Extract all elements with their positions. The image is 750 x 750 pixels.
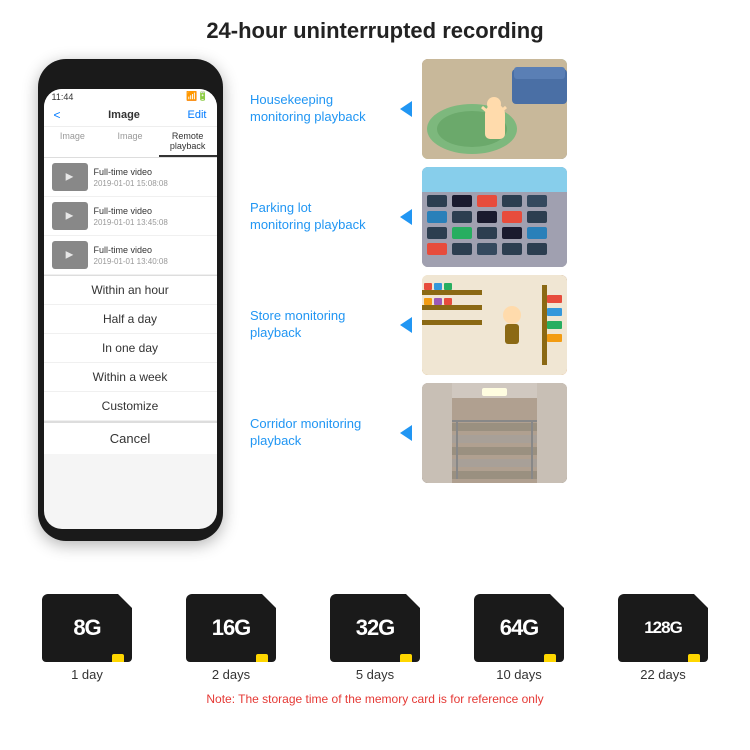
dropdown-item-4[interactable]: Customize [44,392,217,421]
monitoring-row-2: Store monitoringplayback [250,275,730,375]
sd-card-1: 16G [186,594,276,662]
sd-card-4: 128G [618,594,708,662]
tab-image[interactable]: Image [44,127,102,157]
monitoring-arrow-0 [400,101,412,117]
sd-size-2: 32G [356,615,395,641]
tab-remote[interactable]: Remote playback [159,127,217,157]
phone-notch [100,69,160,85]
nav-bar: < Image Edit [44,104,217,127]
storage-card-3: 64G 10 days [474,594,564,682]
phone-container: 11:44 📶🔋 < Image Edit Image Image Remote… [20,54,240,584]
video-date-2: 2019-01-01 13:45:08 [94,218,168,227]
monitoring-arrow-3 [400,425,412,441]
storage-note: Note: The storage time of the memory car… [15,688,735,706]
monitoring-img-0 [422,59,567,159]
dropdown-item-3[interactable]: Within a week [44,363,217,392]
dropdown-menu: Within an hour Half a day In one day Wit… [44,275,217,454]
monitoring-img-1 [422,167,567,267]
monitoring-row-3: Corridor monitoringplayback [250,383,730,483]
corridor-image [422,383,567,483]
video-thumb-1 [52,163,88,191]
monitoring-section: Housekeepingmonitoring playback [250,54,730,584]
tab-image2[interactable]: Image [101,127,159,157]
sd-card-3: 64G [474,594,564,662]
nav-title: Image [108,109,140,121]
monitoring-label-3: Corridor monitoringplayback [250,416,390,450]
sd-notch-2 [406,594,420,608]
parking-image [422,167,567,267]
storage-cards: 8G 1 day 16G 2 days 32G 5 days 64G [15,594,735,682]
monitoring-arrow-2 [400,317,412,333]
video-item-3[interactable]: Full-time video 2019-01-01 13:40:08 [44,236,217,275]
monitoring-arrow-1 [400,209,412,225]
video-item-1[interactable]: Full-time video 2019-01-01 15:08:08 [44,158,217,197]
storage-card-0: 8G 1 day [42,594,132,682]
sd-size-0: 8G [73,615,100,641]
storage-days-3: 10 days [496,667,542,682]
video-thumb-3 [52,241,88,269]
storage-card-1: 16G 2 days [186,594,276,682]
storage-card-4: 128G 22 days [618,594,708,682]
video-item-2[interactable]: Full-time video 2019-01-01 13:45:08 [44,197,217,236]
video-label-1: Full-time video [94,167,168,177]
sd-size-4: 128G [644,618,682,638]
sd-size-3: 64G [500,615,539,641]
sd-card-2: 32G [330,594,420,662]
video-thumb-2 [52,202,88,230]
monitoring-img-3 [422,383,567,483]
monitoring-img-2 [422,275,567,375]
storage-days-0: 1 day [71,667,103,682]
sd-notch-1 [262,594,276,608]
monitoring-row-1: Parking lotmonitoring playback [250,167,730,267]
video-label-2: Full-time video [94,206,168,216]
sd-notch-4 [694,594,708,608]
housekeeping-image [422,59,567,159]
phone-tabs: Image Image Remote playback [44,127,217,158]
store-image [422,275,567,375]
sd-notch-3 [550,594,564,608]
dropdown-item-1[interactable]: Half a day [44,305,217,334]
phone: 11:44 📶🔋 < Image Edit Image Image Remote… [38,59,223,541]
page-title: 24-hour uninterrupted recording [0,0,750,54]
main-content: 11:44 📶🔋 < Image Edit Image Image Remote… [0,54,750,584]
storage-section: 8G 1 day 16G 2 days 32G 5 days 64G [0,584,750,711]
storage-days-1: 2 days [212,667,250,682]
dropdown-item-0[interactable]: Within an hour [44,276,217,305]
edit-button[interactable]: Edit [188,109,207,121]
cancel-button[interactable]: Cancel [44,421,217,454]
video-date-1: 2019-01-01 15:08:08 [94,179,168,188]
dropdown-item-2[interactable]: In one day [44,334,217,363]
sd-size-1: 16G [212,615,251,641]
status-time: 11:44 [52,92,74,102]
monitoring-label-2: Store monitoringplayback [250,308,390,342]
storage-days-2: 5 days [356,667,394,682]
back-button[interactable]: < [54,108,61,122]
video-date-3: 2019-01-01 13:40:08 [94,257,168,266]
storage-card-2: 32G 5 days [330,594,420,682]
phone-screen: 11:44 📶🔋 < Image Edit Image Image Remote… [44,89,217,529]
sd-card-0: 8G [42,594,132,662]
storage-days-4: 22 days [640,667,686,682]
monitoring-row-0: Housekeepingmonitoring playback [250,59,730,159]
status-bar: 11:44 📶🔋 [44,89,217,104]
status-icons: 📶🔋 [186,91,208,102]
sd-notch-0 [118,594,132,608]
monitoring-label-0: Housekeepingmonitoring playback [250,92,390,126]
monitoring-label-1: Parking lotmonitoring playback [250,200,390,234]
video-label-3: Full-time video [94,245,168,255]
